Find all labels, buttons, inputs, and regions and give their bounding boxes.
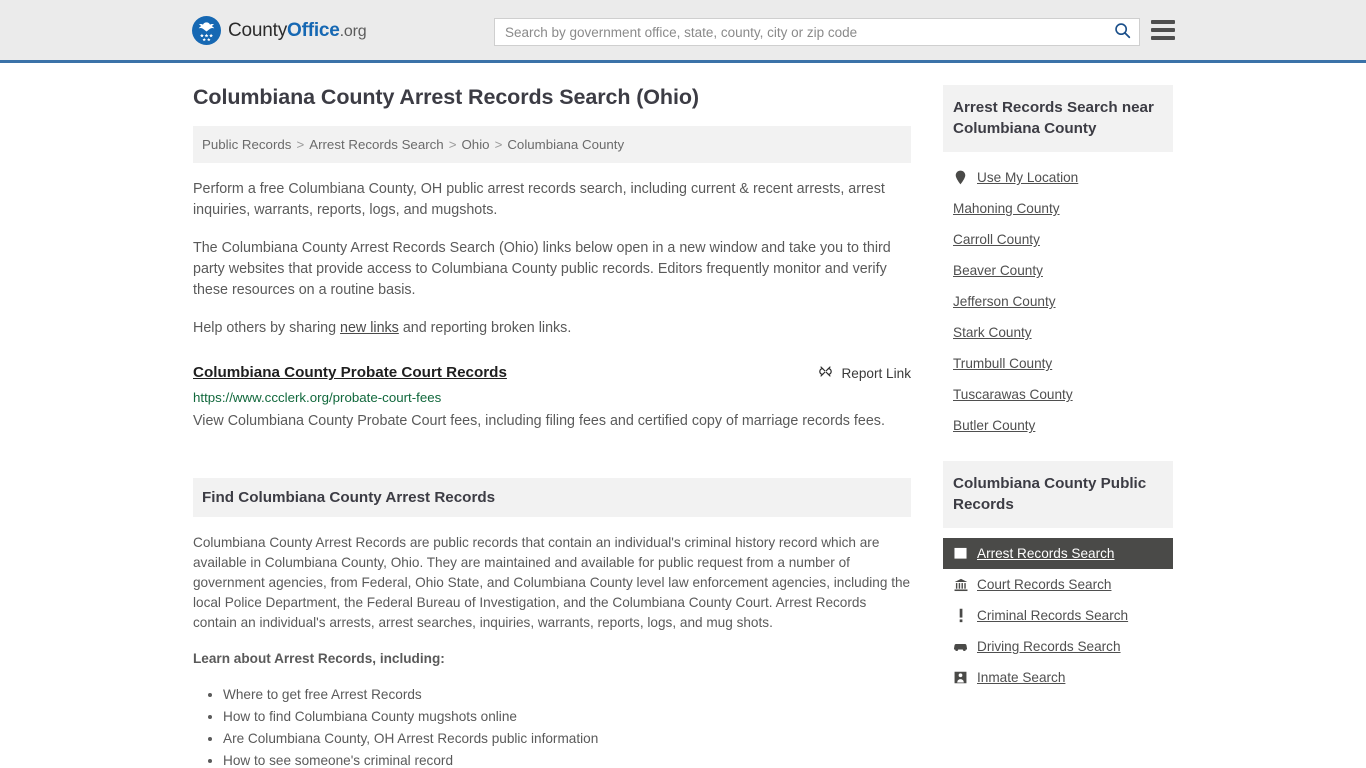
new-links-link[interactable]: new links xyxy=(340,320,399,336)
sidebar-item-use-my-location[interactable]: Use My Location xyxy=(943,162,1173,193)
content-wrapper: Columbiana County Arrest Records Search … xyxy=(193,85,1173,768)
search-box xyxy=(494,18,1140,46)
sidebar-item-label: Trumbull County xyxy=(953,356,1053,371)
public-records-card: Columbiana County Public Records Arrest … xyxy=(943,461,1173,693)
site-logo[interactable]: CountyOffice.org xyxy=(192,16,367,45)
sidebar-item-court-records-search[interactable]: Court Records Search xyxy=(943,569,1173,600)
intro-paragraph-1: Perform a free Columbiana County, OH pub… xyxy=(193,181,885,218)
breadcrumb-separator: > xyxy=(296,137,305,152)
report-link-label: Report Link xyxy=(841,365,911,381)
breadcrumb-separator: > xyxy=(448,137,457,152)
result-title-link[interactable]: Columbiana County Probate Court Records xyxy=(193,363,507,383)
learn-list: Where to get free Arrest Records How to … xyxy=(193,685,911,768)
sidebar-item-label: Tuscarawas County xyxy=(953,387,1073,402)
nearby-counties-card: Arrest Records Search near Columbiana Co… xyxy=(943,85,1173,441)
sidebar-item-jefferson-county[interactable]: Jefferson County xyxy=(943,286,1173,317)
sidebar-item-label: Driving Records Search xyxy=(977,639,1121,654)
breadcrumb-item-arrest-records-search[interactable]: Arrest Records Search xyxy=(309,137,444,152)
logo-text-office: Office xyxy=(287,19,340,41)
sidebar-item-carroll-county[interactable]: Carroll County xyxy=(943,224,1173,255)
sidebar-item-inmate-search[interactable]: Inmate Search xyxy=(943,662,1173,693)
hamburger-bar xyxy=(1151,36,1175,40)
list-item: Where to get free Arrest Records xyxy=(223,685,911,705)
breadcrumb-item-columbiana-county[interactable]: Columbiana County xyxy=(507,137,624,152)
sidebar-item-criminal-records-search[interactable]: Criminal Records Search xyxy=(943,600,1173,631)
sidebar-item-label: Beaver County xyxy=(953,263,1043,278)
sidebar-item-label: Inmate Search xyxy=(977,670,1066,685)
logo-wordmark: CountyOffice.org xyxy=(228,19,367,42)
logo-text-county: County xyxy=(228,19,288,41)
sidebar-item-beaver-county[interactable]: Beaver County xyxy=(943,255,1173,286)
sidebar-item-arrest-records-search[interactable]: Arrest Records Search xyxy=(943,538,1173,569)
fingerprint-card-icon xyxy=(953,546,968,561)
breadcrumb-item-public-records[interactable]: Public Records xyxy=(202,137,291,152)
result-header-row: Columbiana County Probate Court Records … xyxy=(193,363,911,383)
share-paragraph: Help others by sharing new links and rep… xyxy=(193,318,911,339)
nearby-counties-list: Use My Location Mahoning County Carroll … xyxy=(943,152,1173,441)
car-icon xyxy=(953,639,968,654)
page-body: Columbiana County Arrest Records Search … xyxy=(0,63,1366,768)
share-suffix: and reporting broken links. xyxy=(398,320,572,336)
sidebar-item-label: Mahoning County xyxy=(953,201,1060,216)
sidebar-item-label: Court Records Search xyxy=(977,577,1112,592)
section-paragraph: Columbiana County Arrest Records are pub… xyxy=(193,535,911,630)
nearby-counties-heading: Arrest Records Search near Columbiana Co… xyxy=(943,85,1173,152)
breadcrumb-item-ohio[interactable]: Ohio xyxy=(461,137,489,152)
sidebar-item-label: Carroll County xyxy=(953,232,1040,247)
list-item: Are Columbiana County, OH Arrest Records… xyxy=(223,729,911,749)
map-pin-icon xyxy=(953,170,968,185)
inmate-icon xyxy=(953,670,968,685)
logo-text-org: .org xyxy=(339,22,367,40)
breadcrumb: Public Records > Arrest Records Search > Ohi… xyxy=(193,126,911,163)
learn-list-heading: Learn about Arrest Records, including: xyxy=(193,651,445,666)
sidebar-item-tuscarawas-county[interactable]: Tuscarawas County xyxy=(943,379,1173,410)
sidebar-item-label: Jefferson County xyxy=(953,294,1056,309)
result-description: View Columbiana County Probate Court fee… xyxy=(193,413,885,429)
sidebar-item-label: Butler County xyxy=(953,418,1036,433)
result-url: https://www.ccclerk.org/probate-court-fe… xyxy=(193,390,442,405)
sidebar-item-mahoning-county[interactable]: Mahoning County xyxy=(943,193,1173,224)
eagle-logo-icon xyxy=(192,16,221,45)
search-button[interactable] xyxy=(1105,19,1139,45)
result-listing: Columbiana County Probate Court Records … xyxy=(193,363,911,434)
breadcrumb-separator: > xyxy=(494,137,503,152)
broken-link-icon xyxy=(818,364,833,382)
intro-paragraph-2: The Columbiana County Arrest Records Sea… xyxy=(193,240,891,298)
sidebar-item-butler-county[interactable]: Butler County xyxy=(943,410,1173,441)
share-prefix: Help others by sharing xyxy=(193,320,341,336)
hamburger-menu-icon[interactable] xyxy=(1151,20,1175,40)
search-input[interactable] xyxy=(495,19,1105,45)
section-heading: Find Columbiana County Arrest Records xyxy=(193,478,911,517)
header-inner: CountyOffice.org xyxy=(0,0,1366,60)
section-body: Columbiana County Arrest Records are pub… xyxy=(193,517,911,768)
sidebar-item-label: Criminal Records Search xyxy=(977,608,1129,623)
sidebar-item-driving-records-search[interactable]: Driving Records Search xyxy=(943,631,1173,662)
main-column: Columbiana County Arrest Records Search … xyxy=(193,85,911,768)
sidebar-item-trumbull-county[interactable]: Trumbull County xyxy=(943,348,1173,379)
list-item: How to see someone's criminal record xyxy=(223,751,911,768)
sidebar-item-stark-county[interactable]: Stark County xyxy=(943,317,1173,348)
hamburger-bar xyxy=(1151,20,1175,24)
page-title: Columbiana County Arrest Records Search … xyxy=(193,85,699,109)
exclamation-icon xyxy=(953,608,968,623)
list-item: How to find Columbiana County mugshots o… xyxy=(223,707,911,727)
sidebar-item-label: Stark County xyxy=(953,325,1032,340)
courthouse-icon xyxy=(953,577,968,592)
sidebar-item-label: Use My Location xyxy=(977,170,1079,185)
public-records-heading: Columbiana County Public Records xyxy=(943,461,1173,528)
hamburger-bar xyxy=(1151,28,1175,32)
sidebar: Arrest Records Search near Columbiana Co… xyxy=(943,85,1173,768)
sidebar-item-label: Arrest Records Search xyxy=(977,546,1115,561)
public-records-list: Arrest Records Search Court Records Sear… xyxy=(943,528,1173,693)
search-icon xyxy=(1114,22,1131,42)
site-header: CountyOffice.org xyxy=(0,0,1366,63)
report-link-button[interactable]: Report Link xyxy=(818,363,911,382)
